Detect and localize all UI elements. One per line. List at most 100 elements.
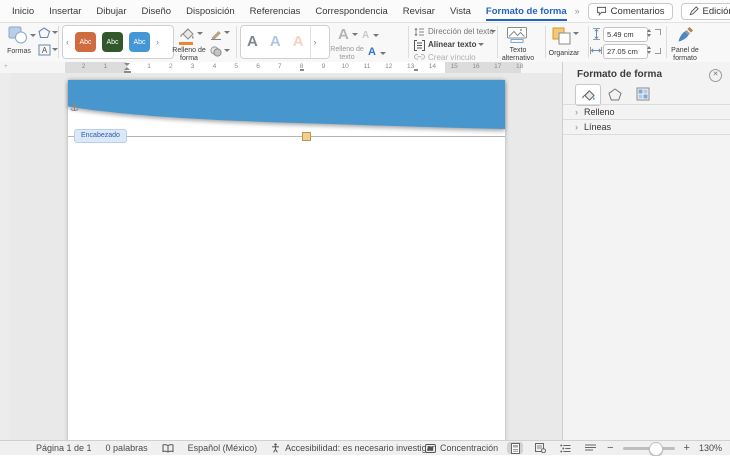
view-print-layout-button[interactable]	[507, 442, 523, 454]
word-count[interactable]: 0 palabras	[106, 443, 148, 453]
menu-dibujar[interactable]: Dibujar	[96, 6, 126, 17]
zoom-out-button[interactable]: −	[607, 442, 613, 454]
align-text-button[interactable]: Alinear texto	[428, 40, 476, 49]
zoom-slider-thumb[interactable]	[649, 442, 663, 456]
text-box-button[interactable]: A	[38, 44, 51, 56]
chevron-down-icon[interactable]	[352, 33, 358, 36]
gallery-left-arrow[interactable]: ‹	[63, 26, 72, 58]
menu-insertar[interactable]: Insertar	[49, 6, 81, 17]
anchor-icon[interactable]	[70, 102, 79, 113]
shape-style-orange[interactable]: Abc	[75, 32, 96, 52]
chevron-down-icon[interactable]	[197, 32, 203, 35]
chevron-down-icon[interactable]	[380, 52, 386, 55]
panel-tab-layout-properties[interactable]	[631, 84, 655, 104]
layout-grid-icon	[636, 87, 650, 101]
indent-marker[interactable]	[124, 63, 131, 73]
view-web-layout-button[interactable]	[532, 442, 548, 454]
paint-bucket-icon	[581, 89, 596, 102]
wordart-style-3[interactable]: A	[293, 27, 304, 57]
text-effects-button[interactable]: A	[368, 46, 376, 58]
shape-width-input[interactable]: 27.05 cm	[603, 44, 648, 59]
chevron-down-icon[interactable]	[30, 34, 36, 37]
chevron-down-icon[interactable]	[573, 32, 579, 35]
right-tab-stop[interactable]	[414, 69, 418, 71]
view-outline-button[interactable]	[557, 442, 573, 454]
chevron-down-icon[interactable]	[224, 31, 230, 34]
menu-disposicion[interactable]: Disposición	[186, 6, 235, 17]
width-stepper[interactable]	[647, 46, 651, 54]
text-direction-button[interactable]: Dirección del texto	[428, 27, 494, 36]
pencil-icon	[689, 6, 699, 16]
shape-styles-gallery: ‹ Abc Abc Abc ›	[62, 25, 174, 59]
menu-referencias[interactable]: Referencias	[250, 6, 301, 17]
menu-correspondencia[interactable]: Correspondencia	[315, 6, 387, 17]
arrange-button[interactable]	[552, 27, 571, 45]
language-selector[interactable]: Español (México)	[188, 443, 258, 453]
menu-vista[interactable]: Vista	[450, 6, 471, 17]
accessibility-icon[interactable]	[271, 443, 280, 453]
view-draft-button[interactable]	[582, 442, 598, 454]
alt-text-icon	[507, 27, 528, 43]
section-fill-label: Relleno	[584, 107, 615, 117]
comments-button[interactable]: Comentarios	[588, 3, 673, 20]
panel-close-icon[interactable]: ✕	[709, 69, 722, 82]
zoom-level[interactable]: 130%	[699, 443, 722, 453]
wave-shape[interactable]	[68, 80, 505, 130]
edit-shape-button[interactable]	[38, 27, 51, 39]
shape-outline-button[interactable]	[210, 28, 222, 40]
center-tab-stop[interactable]	[300, 69, 304, 71]
shape-height-input[interactable]: 5.49 cm	[603, 27, 648, 42]
chevron-down-icon[interactable]	[373, 34, 379, 37]
ruler-number: 1	[147, 63, 151, 70]
wordart-style-1[interactable]: A	[247, 27, 258, 57]
page-count[interactable]: Página 1 de 1	[36, 443, 92, 453]
panel-section-lines[interactable]: › Líneas	[563, 119, 730, 135]
panel-section-fill[interactable]: › Relleno	[563, 104, 730, 120]
zoom-slider[interactable]	[623, 447, 675, 450]
focus-mode-toggle[interactable]: Concentración	[440, 443, 498, 453]
format-pane-button[interactable]	[676, 26, 694, 44]
panel-tab-fill-line[interactable]	[575, 84, 601, 106]
gallery-right-arrow[interactable]: ›	[153, 26, 162, 58]
paint-bucket-icon	[179, 27, 195, 41]
shape-adjust-handle[interactable]	[302, 132, 311, 141]
shape-effects-button[interactable]	[210, 46, 222, 57]
chevron-down-icon[interactable]	[224, 49, 230, 52]
menu-bar: Inicio Insertar Dibujar Diseño Disposici…	[0, 0, 730, 23]
text-box-icon: A	[38, 44, 51, 56]
menu-diseno[interactable]: Diseño	[142, 6, 172, 17]
document-page[interactable]: Encabezado	[68, 80, 505, 440]
align-text-icon	[414, 40, 425, 51]
shape-style-blue[interactable]: Abc	[129, 32, 150, 52]
ruler-number: 3	[191, 63, 195, 70]
alt-text-button[interactable]	[507, 27, 528, 43]
proofing-book-icon[interactable]	[162, 444, 174, 453]
aspect-corner-top	[655, 29, 661, 35]
height-stepper[interactable]	[647, 29, 651, 37]
header-boundary-line	[68, 136, 505, 137]
shape-style-green[interactable]: Abc	[102, 32, 123, 52]
menu-formato-de-forma[interactable]: Formato de forma	[486, 6, 567, 21]
edit-mode-button[interactable]: Edición	[681, 3, 730, 20]
header-label-tab: Encabezado	[74, 129, 127, 143]
edit-shape-icon	[38, 27, 51, 39]
menu-inicio[interactable]: Inicio	[12, 6, 34, 17]
ruler-number: 6	[256, 63, 260, 70]
menu-revisar[interactable]: Revisar	[403, 6, 435, 17]
shape-width-icon	[590, 46, 602, 55]
aspect-corner-bottom	[655, 48, 661, 54]
arrange-label: Organizar	[543, 50, 585, 58]
gallery-right-arrow[interactable]: ›	[310, 26, 320, 58]
chevron-down-icon	[478, 43, 484, 46]
menu-overflow-chevrons[interactable]: »	[575, 6, 580, 16]
wordart-style-2[interactable]: A	[270, 27, 281, 57]
panel-tab-effects[interactable]	[603, 84, 627, 104]
wave-shape-path	[68, 80, 505, 129]
shape-fill-button[interactable]	[179, 27, 195, 45]
insert-shapes-button[interactable]	[6, 26, 30, 44]
zoom-in-button[interactable]: +	[684, 442, 690, 454]
document-canvas[interactable]: Encabezado	[10, 73, 562, 440]
text-outline-button[interactable]: A	[362, 30, 369, 41]
text-fill-button[interactable]: A	[338, 26, 349, 43]
accessibility-status[interactable]: Accesibilidad: es necesario investigar	[285, 443, 435, 453]
